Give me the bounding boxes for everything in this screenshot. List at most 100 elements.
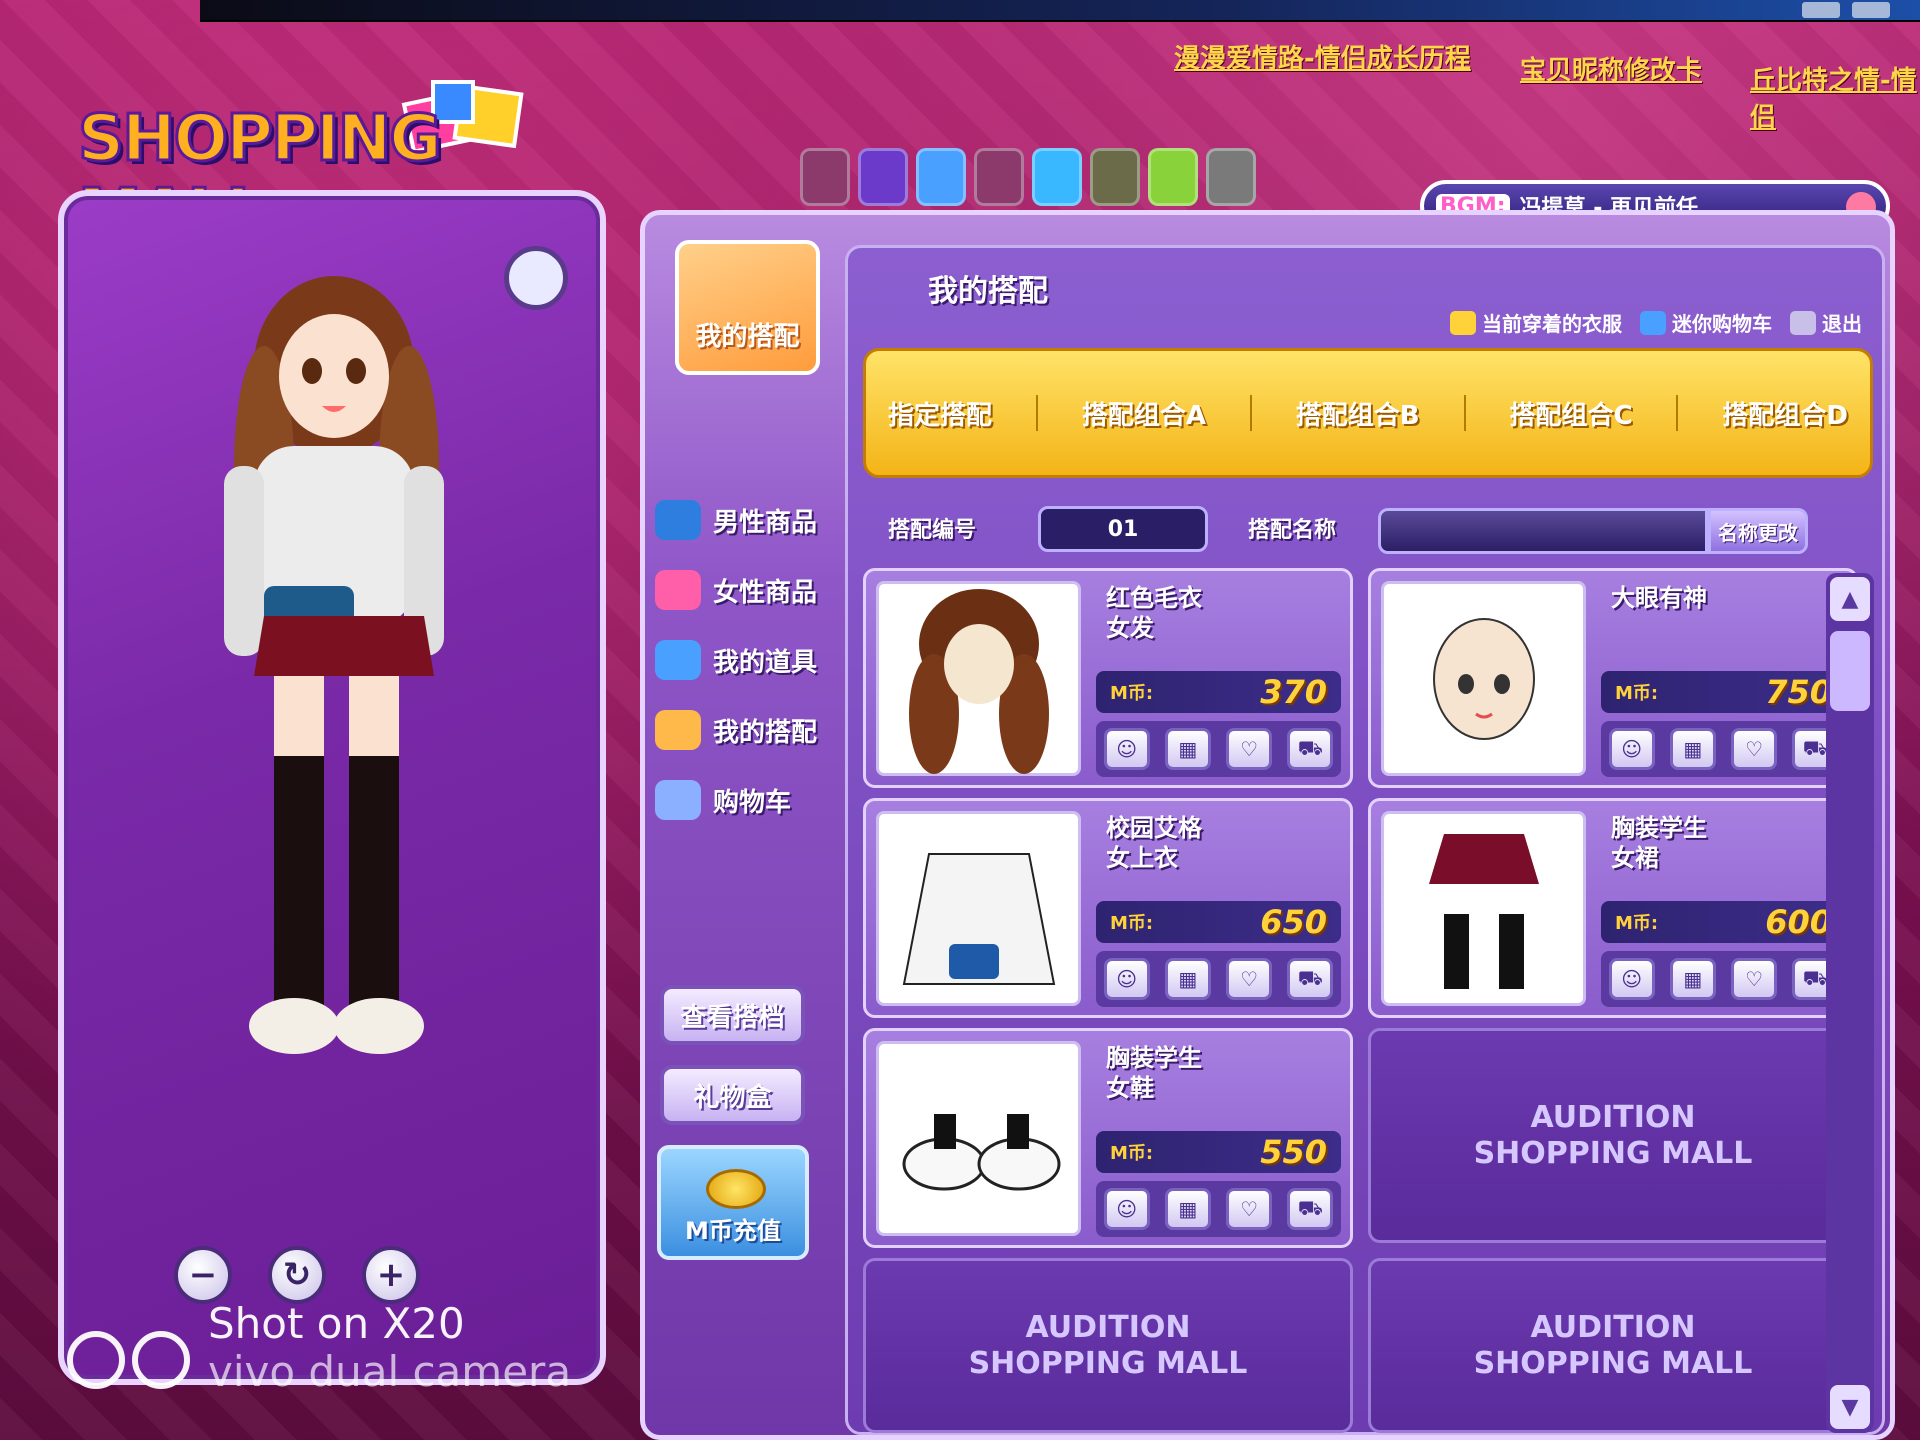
nav-my-outfit[interactable]: 我的搭配: [655, 695, 835, 765]
gift-icon[interactable]: ▦: [1164, 1188, 1211, 1230]
menu-slot-icon[interactable]: [974, 148, 1024, 206]
zoom-in-icon[interactable]: +: [362, 1246, 420, 1304]
item-actions: ☺ ▦ ♡ ⛟: [1096, 721, 1341, 777]
gift-icon[interactable]: ▦: [1164, 958, 1211, 1000]
nav-female-items[interactable]: 女性商品: [655, 555, 835, 625]
mini-cart-link[interactable]: 迷你购物车: [1640, 308, 1772, 337]
try-on-icon[interactable]: ☺: [1103, 728, 1150, 770]
empty-slot: AUDITION SHOPPING MALL: [1368, 1258, 1858, 1433]
try-on-icon[interactable]: ☺: [1608, 728, 1655, 770]
coins-icon: [706, 1169, 766, 1209]
item-image: [1381, 811, 1586, 1006]
page-title: 我的搭配: [928, 274, 1048, 309]
shirt-icon: [1450, 310, 1476, 335]
add-to-cart-icon[interactable]: ⛟: [1287, 728, 1334, 770]
item-name: 红色毛衣 女发: [1106, 584, 1202, 642]
cart-icon: [655, 780, 701, 820]
camera-watermark: Shot on X20 vivo dual camera: [58, 1300, 571, 1396]
try-on-icon[interactable]: ☺: [1608, 958, 1655, 1000]
gift-icon[interactable]: ▦: [1669, 958, 1716, 1000]
minimize-button[interactable]: [1802, 2, 1840, 18]
shell-icon[interactable]: [858, 148, 908, 206]
outfit-id-field[interactable]: 01: [1038, 506, 1208, 552]
item-actions: ☺ ▦ ♡ ⛟: [1096, 1181, 1341, 1237]
outfit-name-label: 搭配名称: [1248, 518, 1337, 543]
my-outfit-logo: 我的搭配: [675, 240, 820, 375]
item-price: M币: 650: [1096, 901, 1341, 943]
item-scrollbar[interactable]: ▲ ▼: [1826, 573, 1874, 1433]
garden-icon[interactable]: [1148, 148, 1198, 206]
gift-icon[interactable]: ▦: [1669, 728, 1716, 770]
top-icon-bar: [800, 148, 1256, 206]
currency-label: M币:: [1110, 913, 1154, 934]
link-cupid[interactable]: 丘比特之情-情侣: [1750, 60, 1920, 134]
maximize-button[interactable]: [1852, 2, 1890, 18]
item-card[interactable]: 校园艾格 女上衣 M币: 650 ☺ ▦ ♡ ⛟: [863, 798, 1353, 1018]
wishlist-icon[interactable]: ♡: [1731, 958, 1778, 1000]
try-on-icon[interactable]: ☺: [1103, 1188, 1150, 1230]
box-icon: [655, 640, 701, 680]
tab-combo-d[interactable]: 搭配组合D: [1722, 395, 1848, 432]
nav-male-items[interactable]: 男性商品: [655, 485, 835, 555]
item-image: [876, 1041, 1081, 1236]
scroll-down-icon[interactable]: ▼: [1830, 1385, 1870, 1429]
zoom-out-icon[interactable]: −: [174, 1246, 232, 1304]
outfit-name-input[interactable]: [1378, 508, 1708, 554]
exit-link[interactable]: 退出: [1790, 308, 1862, 337]
item-price: M币: 550: [1096, 1131, 1341, 1173]
wishlist-icon[interactable]: ♡: [1226, 1188, 1273, 1230]
outfit-tabs: 指定搭配 搭配组合A 搭配组合B 搭配组合C 搭配组合D: [863, 348, 1873, 478]
item-actions: ☺ ▦ ♡ ⛟: [1601, 721, 1846, 777]
menu-slot-icon[interactable]: [800, 148, 850, 206]
item-name: 校园艾格 女上衣: [1106, 814, 1202, 872]
item-card[interactable]: 胸装学生 女裙 M币: 600 ☺ ▦ ♡ ⛟: [1368, 798, 1858, 1018]
nav-cart[interactable]: 购物车: [655, 765, 835, 835]
tab-divider: [1463, 395, 1466, 431]
category-nav: 男性商品 女性商品 我的道具 我的搭配 购物车: [655, 485, 835, 835]
gift-icon[interactable]: ▦: [1164, 728, 1211, 770]
tab-divider: [1249, 395, 1252, 431]
link-nickname-card[interactable]: 宝贝昵称修改卡: [1520, 50, 1702, 87]
add-to-cart-icon[interactable]: ⛟: [1287, 1188, 1334, 1230]
rename-button[interactable]: 名称更改: [1708, 508, 1808, 554]
monster-icon[interactable]: [916, 148, 966, 206]
item-card[interactable]: 胸装学生 女鞋 M币: 550 ☺ ▦ ♡ ⛟: [863, 1028, 1353, 1248]
item-card[interactable]: 大眼有神 M币: 750 ☺ ▦ ♡ ⛟: [1368, 568, 1858, 788]
current-clothes-label: 当前穿着的衣服: [1482, 312, 1622, 336]
price-value: 550: [1260, 1133, 1327, 1171]
item-price: M币: 750: [1601, 671, 1846, 713]
rotate-icon[interactable]: ↻: [268, 1246, 326, 1304]
phone-icon[interactable]: [1206, 148, 1256, 206]
add-to-cart-icon[interactable]: ⛟: [1287, 958, 1334, 1000]
nav-label: 我的搭配: [713, 717, 818, 748]
scroll-thumb[interactable]: [1830, 631, 1870, 711]
outfit-id-row: 搭配编号 01 搭配名称 名称更改: [888, 498, 1868, 554]
tab-assigned-outfit[interactable]: 指定搭配: [888, 395, 992, 432]
photo-icon[interactable]: [1090, 148, 1140, 206]
tab-combo-a[interactable]: 搭配组合A: [1082, 395, 1206, 432]
tab-combo-b[interactable]: 搭配组合B: [1296, 395, 1420, 432]
mall-main-panel: 我的搭配 男性商品 女性商品 我的道具 我的搭配 购物车 查看搭档 礼物盒 M币…: [640, 210, 1895, 1440]
item-image: [876, 811, 1081, 1006]
link-love-road[interactable]: 漫漫爱情路-情侣成长历程: [1174, 38, 1471, 75]
try-on-icon[interactable]: ☺: [1103, 958, 1150, 1000]
price-value: 600: [1765, 903, 1832, 941]
wishlist-icon[interactable]: ♡: [1731, 728, 1778, 770]
tv-icon[interactable]: [1032, 148, 1082, 206]
window-titlebar: [200, 0, 1920, 22]
nav-label: 男性商品: [713, 507, 818, 538]
recharge-button[interactable]: M币充值: [657, 1145, 809, 1260]
wishlist-icon[interactable]: ♡: [1226, 958, 1273, 1000]
gift-box-button[interactable]: 礼物盒: [660, 1065, 805, 1125]
view-partner-button[interactable]: 查看搭档: [660, 985, 805, 1045]
price-value: 370: [1260, 673, 1327, 711]
scroll-up-icon[interactable]: ▲: [1830, 577, 1870, 621]
item-name: 胸装学生 女裙: [1611, 814, 1707, 872]
tab-combo-c[interactable]: 搭配组合C: [1509, 395, 1632, 432]
empty-slot: AUDITION SHOPPING MALL: [1368, 1028, 1858, 1243]
nav-my-items[interactable]: 我的道具: [655, 625, 835, 695]
item-card[interactable]: 红色毛衣 女发 M币: 370 ☺ ▦ ♡ ⛟: [863, 568, 1353, 788]
current-clothes-link[interactable]: 当前穿着的衣服: [1450, 308, 1622, 337]
wishlist-icon[interactable]: ♡: [1226, 728, 1273, 770]
tab-divider: [1676, 395, 1679, 431]
